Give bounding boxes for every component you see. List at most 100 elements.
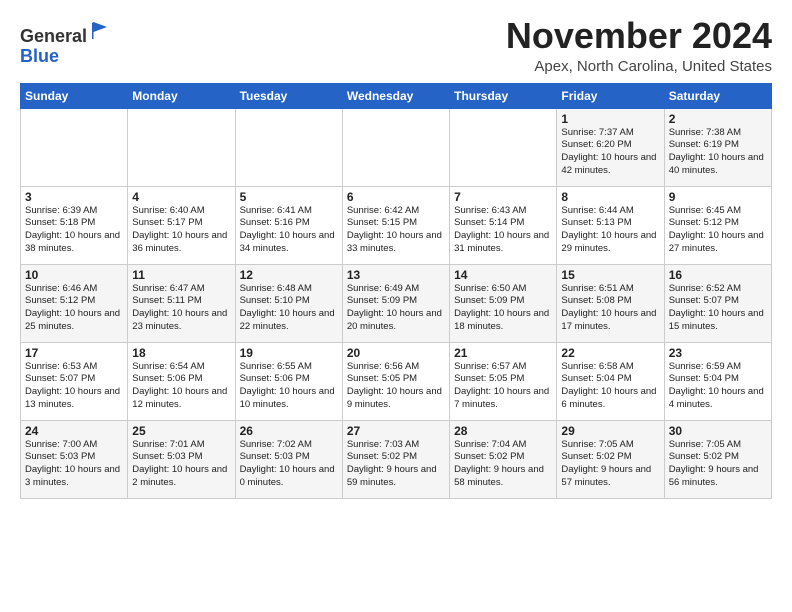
logo-text: General xyxy=(20,20,111,47)
day-info: Sunrise: 7:00 AM Sunset: 5:03 PM Dayligh… xyxy=(25,439,123,490)
calendar-cell: 2Sunrise: 7:38 AM Sunset: 6:19 PM Daylig… xyxy=(664,108,771,186)
day-info: Sunrise: 6:50 AM Sunset: 5:09 PM Dayligh… xyxy=(454,283,552,334)
day-number: 22 xyxy=(561,346,659,360)
day-number: 10 xyxy=(25,268,123,282)
day-info: Sunrise: 6:53 AM Sunset: 5:07 PM Dayligh… xyxy=(25,361,123,412)
weekday-header-row: SundayMondayTuesdayWednesdayThursdayFrid… xyxy=(21,83,772,108)
logo-flag-icon xyxy=(89,20,111,42)
calendar-cell: 27Sunrise: 7:03 AM Sunset: 5:02 PM Dayli… xyxy=(342,420,449,498)
day-number: 27 xyxy=(347,424,445,438)
day-number: 29 xyxy=(561,424,659,438)
day-info: Sunrise: 6:48 AM Sunset: 5:10 PM Dayligh… xyxy=(240,283,338,334)
day-number: 19 xyxy=(240,346,338,360)
day-number: 13 xyxy=(347,268,445,282)
day-number: 7 xyxy=(454,190,552,204)
calendar-week-row: 3Sunrise: 6:39 AM Sunset: 5:18 PM Daylig… xyxy=(21,186,772,264)
calendar-cell: 3Sunrise: 6:39 AM Sunset: 5:18 PM Daylig… xyxy=(21,186,128,264)
calendar-cell: 23Sunrise: 6:59 AM Sunset: 5:04 PM Dayli… xyxy=(664,342,771,420)
day-info: Sunrise: 7:01 AM Sunset: 5:03 PM Dayligh… xyxy=(132,439,230,490)
page: General Blue November 2024 Apex, North C… xyxy=(0,0,792,509)
weekday-header: Wednesday xyxy=(342,83,449,108)
day-info: Sunrise: 7:05 AM Sunset: 5:02 PM Dayligh… xyxy=(561,439,659,490)
weekday-header: Monday xyxy=(128,83,235,108)
day-info: Sunrise: 6:58 AM Sunset: 5:04 PM Dayligh… xyxy=(561,361,659,412)
calendar-cell: 5Sunrise: 6:41 AM Sunset: 5:16 PM Daylig… xyxy=(235,186,342,264)
day-info: Sunrise: 7:05 AM Sunset: 5:02 PM Dayligh… xyxy=(669,439,767,490)
day-number: 12 xyxy=(240,268,338,282)
logo-blue: Blue xyxy=(20,46,59,66)
day-number: 23 xyxy=(669,346,767,360)
calendar-cell: 12Sunrise: 6:48 AM Sunset: 5:10 PM Dayli… xyxy=(235,264,342,342)
day-number: 14 xyxy=(454,268,552,282)
title-block: November 2024 Apex, North Carolina, Unit… xyxy=(506,16,772,75)
calendar-cell: 10Sunrise: 6:46 AM Sunset: 5:12 PM Dayli… xyxy=(21,264,128,342)
day-info: Sunrise: 6:39 AM Sunset: 5:18 PM Dayligh… xyxy=(25,205,123,256)
logo-blue-text: Blue xyxy=(20,47,111,67)
day-info: Sunrise: 6:56 AM Sunset: 5:05 PM Dayligh… xyxy=(347,361,445,412)
calendar-cell: 22Sunrise: 6:58 AM Sunset: 5:04 PM Dayli… xyxy=(557,342,664,420)
calendar-week-row: 1Sunrise: 7:37 AM Sunset: 6:20 PM Daylig… xyxy=(21,108,772,186)
day-number: 16 xyxy=(669,268,767,282)
day-info: Sunrise: 6:45 AM Sunset: 5:12 PM Dayligh… xyxy=(669,205,767,256)
day-number: 17 xyxy=(25,346,123,360)
day-info: Sunrise: 6:49 AM Sunset: 5:09 PM Dayligh… xyxy=(347,283,445,334)
day-number: 1 xyxy=(561,112,659,126)
day-number: 4 xyxy=(132,190,230,204)
day-number: 24 xyxy=(25,424,123,438)
weekday-header: Saturday xyxy=(664,83,771,108)
day-number: 8 xyxy=(561,190,659,204)
calendar-cell: 13Sunrise: 6:49 AM Sunset: 5:09 PM Dayli… xyxy=(342,264,449,342)
calendar-cell: 16Sunrise: 6:52 AM Sunset: 5:07 PM Dayli… xyxy=(664,264,771,342)
month-title: November 2024 xyxy=(506,16,772,56)
day-number: 11 xyxy=(132,268,230,282)
day-number: 6 xyxy=(347,190,445,204)
calendar-cell: 21Sunrise: 6:57 AM Sunset: 5:05 PM Dayli… xyxy=(450,342,557,420)
day-info: Sunrise: 6:55 AM Sunset: 5:06 PM Dayligh… xyxy=(240,361,338,412)
calendar-cell: 24Sunrise: 7:00 AM Sunset: 5:03 PM Dayli… xyxy=(21,420,128,498)
calendar-cell xyxy=(235,108,342,186)
calendar-cell: 29Sunrise: 7:05 AM Sunset: 5:02 PM Dayli… xyxy=(557,420,664,498)
day-info: Sunrise: 6:59 AM Sunset: 5:04 PM Dayligh… xyxy=(669,361,767,412)
day-number: 20 xyxy=(347,346,445,360)
day-number: 18 xyxy=(132,346,230,360)
calendar-cell xyxy=(450,108,557,186)
calendar-cell xyxy=(21,108,128,186)
calendar-table: SundayMondayTuesdayWednesdayThursdayFrid… xyxy=(20,83,772,499)
calendar-cell: 18Sunrise: 6:54 AM Sunset: 5:06 PM Dayli… xyxy=(128,342,235,420)
day-number: 30 xyxy=(669,424,767,438)
weekday-header: Thursday xyxy=(450,83,557,108)
calendar-cell: 20Sunrise: 6:56 AM Sunset: 5:05 PM Dayli… xyxy=(342,342,449,420)
day-number: 15 xyxy=(561,268,659,282)
calendar-cell: 7Sunrise: 6:43 AM Sunset: 5:14 PM Daylig… xyxy=(450,186,557,264)
calendar-cell: 14Sunrise: 6:50 AM Sunset: 5:09 PM Dayli… xyxy=(450,264,557,342)
calendar-cell: 9Sunrise: 6:45 AM Sunset: 5:12 PM Daylig… xyxy=(664,186,771,264)
calendar-cell xyxy=(128,108,235,186)
calendar-week-row: 10Sunrise: 6:46 AM Sunset: 5:12 PM Dayli… xyxy=(21,264,772,342)
day-info: Sunrise: 6:52 AM Sunset: 5:07 PM Dayligh… xyxy=(669,283,767,334)
day-info: Sunrise: 6:41 AM Sunset: 5:16 PM Dayligh… xyxy=(240,205,338,256)
calendar-cell: 8Sunrise: 6:44 AM Sunset: 5:13 PM Daylig… xyxy=(557,186,664,264)
day-number: 3 xyxy=(25,190,123,204)
weekday-header: Tuesday xyxy=(235,83,342,108)
day-number: 25 xyxy=(132,424,230,438)
day-info: Sunrise: 6:47 AM Sunset: 5:11 PM Dayligh… xyxy=(132,283,230,334)
calendar-cell: 6Sunrise: 6:42 AM Sunset: 5:15 PM Daylig… xyxy=(342,186,449,264)
day-number: 9 xyxy=(669,190,767,204)
logo-general: General xyxy=(20,26,87,46)
day-info: Sunrise: 6:43 AM Sunset: 5:14 PM Dayligh… xyxy=(454,205,552,256)
calendar-cell: 17Sunrise: 6:53 AM Sunset: 5:07 PM Dayli… xyxy=(21,342,128,420)
day-info: Sunrise: 6:54 AM Sunset: 5:06 PM Dayligh… xyxy=(132,361,230,412)
day-info: Sunrise: 7:03 AM Sunset: 5:02 PM Dayligh… xyxy=(347,439,445,490)
day-info: Sunrise: 7:38 AM Sunset: 6:19 PM Dayligh… xyxy=(669,127,767,178)
day-info: Sunrise: 6:57 AM Sunset: 5:05 PM Dayligh… xyxy=(454,361,552,412)
logo: General Blue xyxy=(20,20,111,67)
weekday-header: Friday xyxy=(557,83,664,108)
day-info: Sunrise: 7:04 AM Sunset: 5:02 PM Dayligh… xyxy=(454,439,552,490)
calendar-cell: 11Sunrise: 6:47 AM Sunset: 5:11 PM Dayli… xyxy=(128,264,235,342)
day-number: 2 xyxy=(669,112,767,126)
header: General Blue November 2024 Apex, North C… xyxy=(20,16,772,75)
calendar-cell: 15Sunrise: 6:51 AM Sunset: 5:08 PM Dayli… xyxy=(557,264,664,342)
calendar-cell: 19Sunrise: 6:55 AM Sunset: 5:06 PM Dayli… xyxy=(235,342,342,420)
day-info: Sunrise: 6:40 AM Sunset: 5:17 PM Dayligh… xyxy=(132,205,230,256)
day-number: 28 xyxy=(454,424,552,438)
